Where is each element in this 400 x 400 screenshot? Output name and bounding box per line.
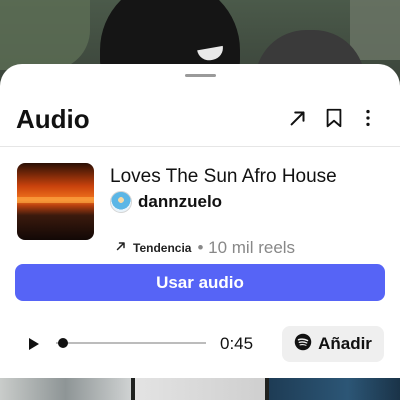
trend-label: Tendencia xyxy=(133,241,192,255)
progress-track[interactable] xyxy=(56,342,206,344)
sheet-drag-handle[interactable] xyxy=(185,74,216,77)
sheet-header: Audio xyxy=(0,100,400,136)
audio-player: 0:45 Añadir xyxy=(0,326,400,362)
trending-arrow-icon xyxy=(115,239,127,257)
duration-label: 0:45 xyxy=(220,334,254,353)
add-to-spotify-button[interactable]: Añadir xyxy=(282,326,384,362)
trend-row: Tendencia • 10 mil reels xyxy=(115,238,295,258)
more-options-icon[interactable] xyxy=(356,106,380,130)
reels-count: • 10 mil reels xyxy=(197,238,296,257)
page-title: Audio xyxy=(16,104,90,134)
reels-thumbnail-strip xyxy=(0,378,400,400)
spotify-icon xyxy=(294,333,312,356)
album-cover-horizon xyxy=(17,197,94,203)
track-title: Loves The Sun Afro House xyxy=(110,166,337,187)
use-audio-button[interactable]: Usar audio xyxy=(15,264,385,301)
bookmark-icon[interactable] xyxy=(322,106,346,130)
play-icon[interactable] xyxy=(25,336,41,352)
background-foliage xyxy=(350,0,400,60)
add-button-label: Añadir xyxy=(318,334,372,353)
artist-row[interactable]: dannzuelo xyxy=(110,191,222,213)
avatar xyxy=(110,191,132,213)
share-arrow-icon[interactable] xyxy=(286,106,310,130)
reel-thumbnail[interactable] xyxy=(0,378,131,400)
progress-knob[interactable] xyxy=(58,338,68,348)
reel-thumbnail[interactable] xyxy=(134,378,266,400)
audio-bottom-sheet: Audio Loves The Sun Afro House dannzuelo… xyxy=(0,64,400,378)
background-foliage xyxy=(0,0,90,70)
header-divider xyxy=(0,146,400,147)
album-cover[interactable] xyxy=(17,163,94,240)
reel-thumbnail[interactable] xyxy=(269,378,400,400)
artist-name: dannzuelo xyxy=(138,192,223,211)
